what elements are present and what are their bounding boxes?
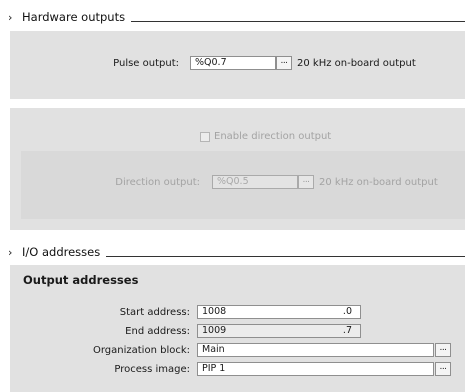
output-addresses-subtitle: Output addresses bbox=[23, 273, 139, 287]
chevron-right-icon[interactable]: › bbox=[8, 247, 20, 258]
direction-output-panel: Enable direction output Direction output… bbox=[10, 108, 465, 230]
pulse-output-browse-button[interactable]: ... bbox=[276, 56, 292, 70]
direction-output-label: Direction output: bbox=[115, 177, 200, 188]
process-image-browse-button[interactable]: ... bbox=[435, 362, 451, 376]
direction-output-subpanel: Direction output: %Q0.5 ... 20 kHz on-bo… bbox=[21, 151, 465, 219]
hardware-outputs-title: Hardware outputs bbox=[22, 10, 126, 24]
io-addresses-title: I/O addresses bbox=[22, 245, 101, 259]
hardware-outputs-header[interactable]: › Hardware outputs bbox=[0, 8, 465, 26]
pulse-output-description: 20 kHz on-board output bbox=[297, 58, 416, 69]
io-addresses-header[interactable]: › I/O addresses bbox=[0, 243, 465, 261]
end-address-value: 1009 bbox=[202, 325, 227, 336]
section-divider bbox=[131, 20, 465, 22]
enable-direction-checkbox[interactable] bbox=[200, 132, 210, 142]
output-addresses-panel: Output addresses Start address: 1008 .0 … bbox=[10, 265, 465, 392]
start-address-field[interactable]: 1008 .0 bbox=[197, 305, 361, 319]
chevron-right-icon[interactable]: › bbox=[8, 12, 20, 23]
organization-block-label: Organization block: bbox=[92, 345, 190, 356]
section-divider bbox=[106, 255, 465, 257]
direction-output-field: %Q0.5 bbox=[212, 175, 298, 189]
pulse-output-panel: Pulse output: %Q0.7 ... 20 kHz on-board … bbox=[10, 31, 465, 99]
direction-output-description: 20 kHz on-board output bbox=[319, 177, 438, 188]
organization-block-browse-button[interactable]: ... bbox=[435, 343, 451, 357]
pulse-output-label: Pulse output: bbox=[113, 58, 179, 69]
start-address-bit: .0 bbox=[342, 306, 352, 317]
end-address-label: End address: bbox=[125, 326, 190, 337]
start-address-value: 1008 bbox=[202, 306, 227, 317]
organization-block-field[interactable]: Main bbox=[197, 343, 434, 357]
pulse-output-field[interactable]: %Q0.7 bbox=[190, 56, 276, 70]
start-address-label: Start address: bbox=[119, 307, 190, 318]
end-address-bit: .7 bbox=[342, 325, 352, 336]
direction-output-browse-button: ... bbox=[298, 175, 314, 189]
process-image-label: Process image: bbox=[114, 364, 190, 375]
process-image-field[interactable]: PIP 1 bbox=[197, 362, 434, 376]
enable-direction-label: Enable direction output bbox=[214, 131, 332, 142]
end-address-field: 1009 .7 bbox=[197, 324, 361, 338]
